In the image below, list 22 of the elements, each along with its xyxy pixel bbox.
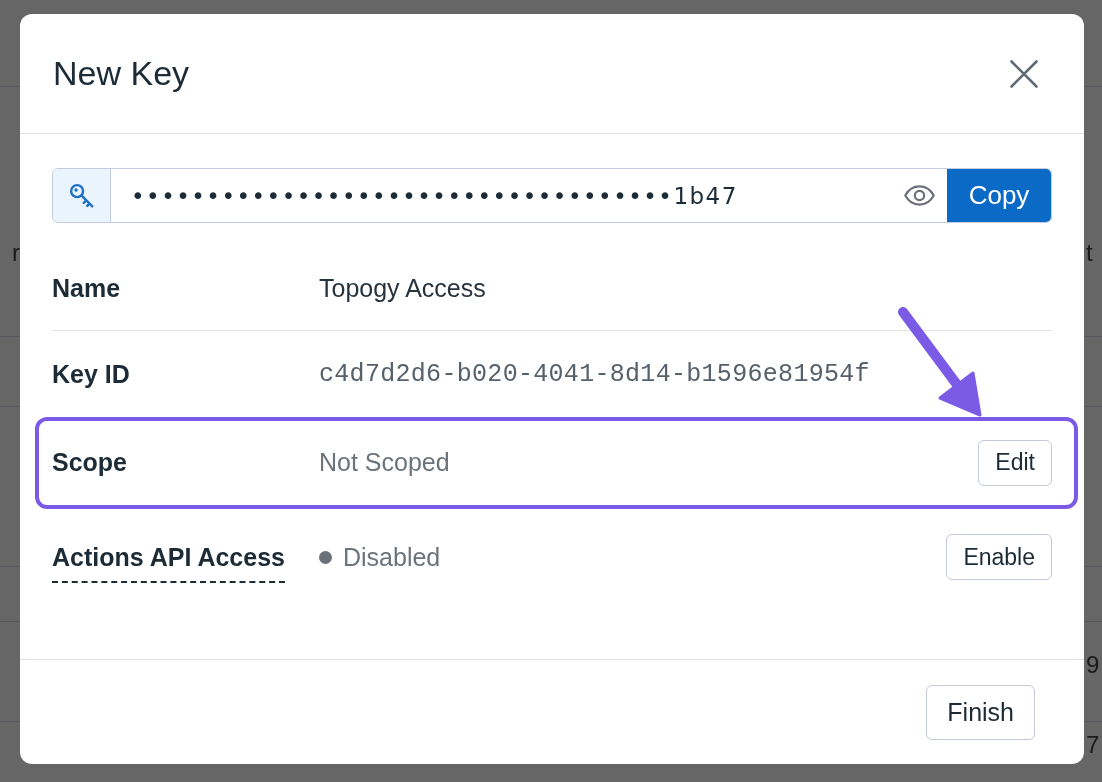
field-label: Scope [52, 448, 128, 477]
api-key-field[interactable]: ••••••••••••••••••••••••••••••••••••1b47 Copy [52, 168, 1052, 223]
eye-icon[interactable] [904, 185, 935, 206]
close-icon [1010, 59, 1038, 88]
dialog-title: New Key [53, 54, 190, 93]
field-label: Actions API Access [52, 531, 285, 583]
action-button[interactable]: Enable [946, 534, 1052, 580]
key-id-value: c4d7d2d6-b020-4041-8d14-b1596e81954f [319, 360, 870, 389]
backdrop-text: r [12, 239, 20, 267]
backdrop-text: 7 [1086, 731, 1100, 759]
key-icon [68, 182, 95, 209]
status-text: Disabled [343, 542, 441, 572]
backdrop-text: t [1086, 239, 1093, 267]
backdrop-text: 9 [1086, 651, 1100, 679]
field-value: Topogy Access [319, 274, 486, 303]
action-button[interactable]: Edit [978, 439, 1052, 486]
field-label: Name [52, 274, 121, 303]
finish-button[interactable]: Finish [926, 685, 1035, 740]
field-label: Key ID [52, 360, 130, 389]
field-value: Not Scoped [319, 448, 450, 477]
copy-button[interactable]: Copy [947, 169, 1051, 222]
close-button[interactable] [1010, 59, 1038, 88]
